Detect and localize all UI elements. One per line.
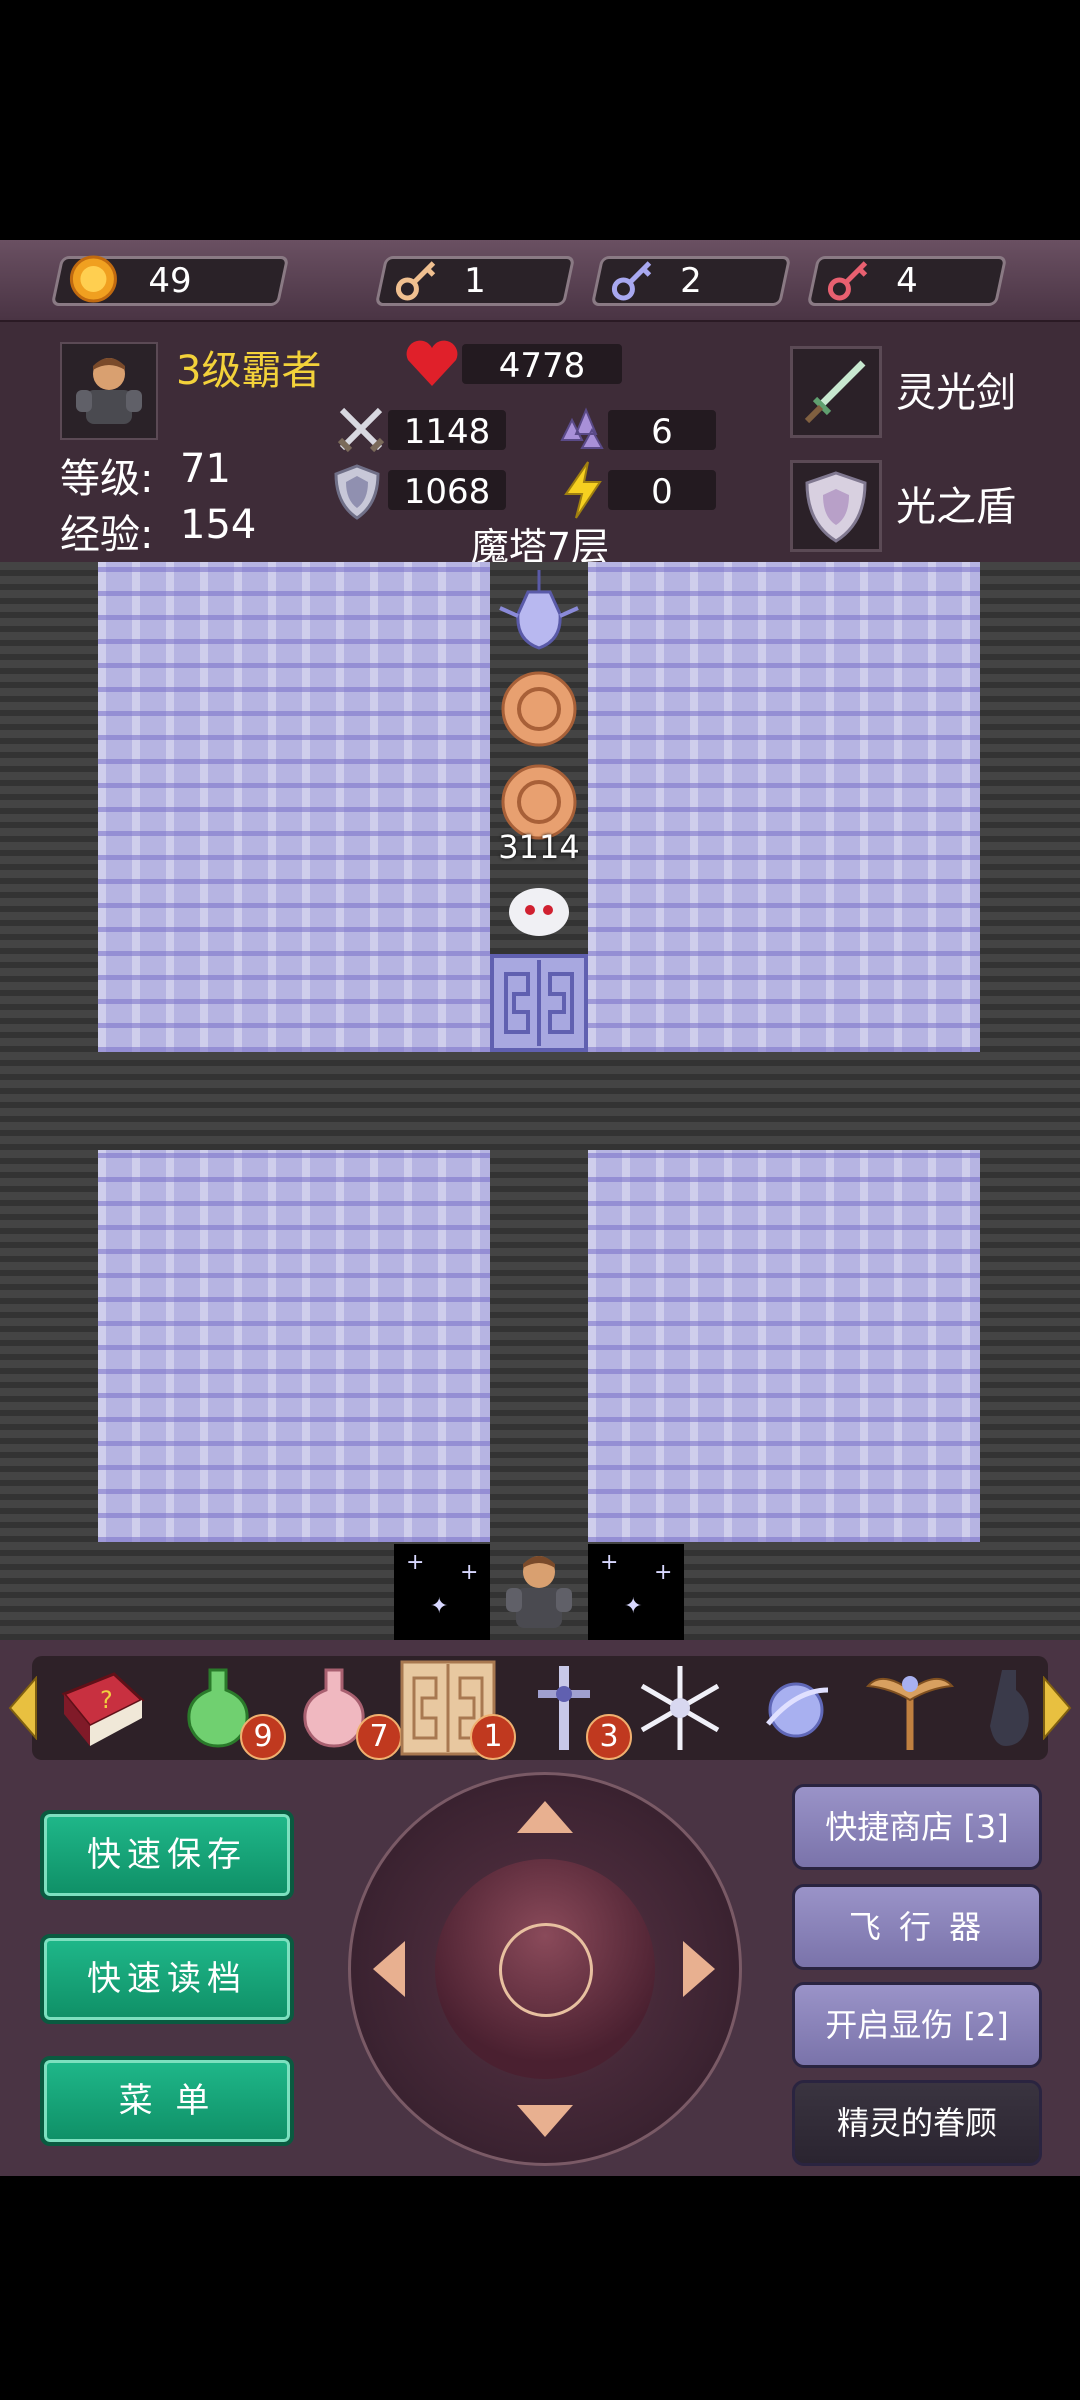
arrow-up-icon[interactable] [515,1799,575,1835]
crossed-swords-icon [337,407,385,453]
white-slime-icon[interactable] [490,856,588,954]
yellow-key-value: 1 [464,261,486,301]
quick-load-button[interactable]: 快速读档 [40,1934,294,2024]
monster-manual-icon[interactable]: ? [54,1660,150,1756]
magic-door-icon[interactable] [490,954,588,1052]
fairy-blessing-button[interactable]: 精灵的眷顾 [792,2080,1042,2166]
energy-value: 0 [651,472,673,512]
quick-save-button[interactable]: 快速保存 [40,1810,294,1900]
arrow-down-icon[interactable] [515,2103,575,2139]
blue-vase-icon[interactable] [490,562,588,660]
defense-box: 1068 [388,470,506,512]
gold-counter: 49 [50,255,290,306]
energy-box: 0 [608,470,716,512]
sword-icon [804,360,866,424]
door-scroll-count: 1 [470,1714,516,1760]
show-damage-button[interactable]: 开启显伤 [2] [792,1982,1042,2068]
dpad-center-button[interactable] [499,1923,593,2017]
arrow-right-icon[interactable] [681,1939,717,1999]
resource-bar: 49 1 2 4 [0,240,1080,322]
dark-vase-icon[interactable] [972,1660,1032,1756]
pink-potion-count: 7 [356,1714,402,1760]
flyer-button[interactable]: 飞 行 器 [792,1884,1042,1970]
dpad[interactable] [348,1772,742,2166]
wall-block [98,562,490,1052]
wall-block [588,1150,980,1542]
level-value: 71 [180,446,231,492]
defense-value: 1068 [403,472,491,512]
gold-value: 49 [148,261,192,301]
hero-portrait-icon [76,358,142,424]
green-potion-count: 9 [240,1714,286,1760]
hp-value: 4778 [498,346,586,386]
dpad-center-ring [435,1859,655,2079]
hero-sprite-icon[interactable] [490,1542,588,1640]
attack-box: 1148 [388,410,506,452]
snowflake-icon[interactable] [632,1660,728,1756]
status-panel: 3级霸者 等级: 71 经验: 154 4778 1148 1068 6 0 灵… [0,322,1080,569]
crystal-icon [560,407,604,449]
scroll-right-icon[interactable] [1042,1676,1072,1740]
red-key-counter: 4 [806,256,1008,306]
weapon-name: 灵光剑 [896,370,1016,416]
heart-icon [406,340,458,386]
attack-value: 1148 [403,412,491,452]
gold-coin-icon[interactable] [490,660,588,758]
wall-block [98,1150,490,1542]
magic-defense-value: 6 [651,412,673,452]
red-key-value: 4 [896,261,918,301]
magic-defense-box: 6 [608,410,716,452]
crystal-orb-icon[interactable] [748,1660,844,1756]
quick-shop-button[interactable]: 快捷商店 [3] [792,1784,1042,1870]
cross-sword-count: 3 [586,1714,632,1760]
starfield-tile: + + ✦ [588,1544,684,1640]
lightning-icon [564,461,602,519]
arrow-left-icon[interactable] [371,1939,407,1999]
hero-title: 3级霸者 [176,348,322,394]
scroll-left-icon[interactable] [8,1676,38,1740]
yellow-key-counter: 1 [374,256,576,306]
svg-text:?: ? [100,1686,113,1714]
shield-icon [334,464,380,520]
wall-block [588,562,980,1052]
level-label: 等级: [60,456,154,502]
blue-key-value: 2 [680,261,702,301]
weapon-slot[interactable] [790,346,882,438]
winged-staff-icon[interactable] [862,1660,958,1756]
starfield-tile: + + ✦ [394,1544,490,1640]
hero-avatar [60,342,158,440]
menu-button[interactable]: 菜 单 [40,2056,294,2146]
game-map[interactable]: 3114 + + ✦ + + ✦ [0,562,1080,1640]
hp-box: 4778 [462,344,622,386]
blue-key-counter: 2 [590,256,792,306]
